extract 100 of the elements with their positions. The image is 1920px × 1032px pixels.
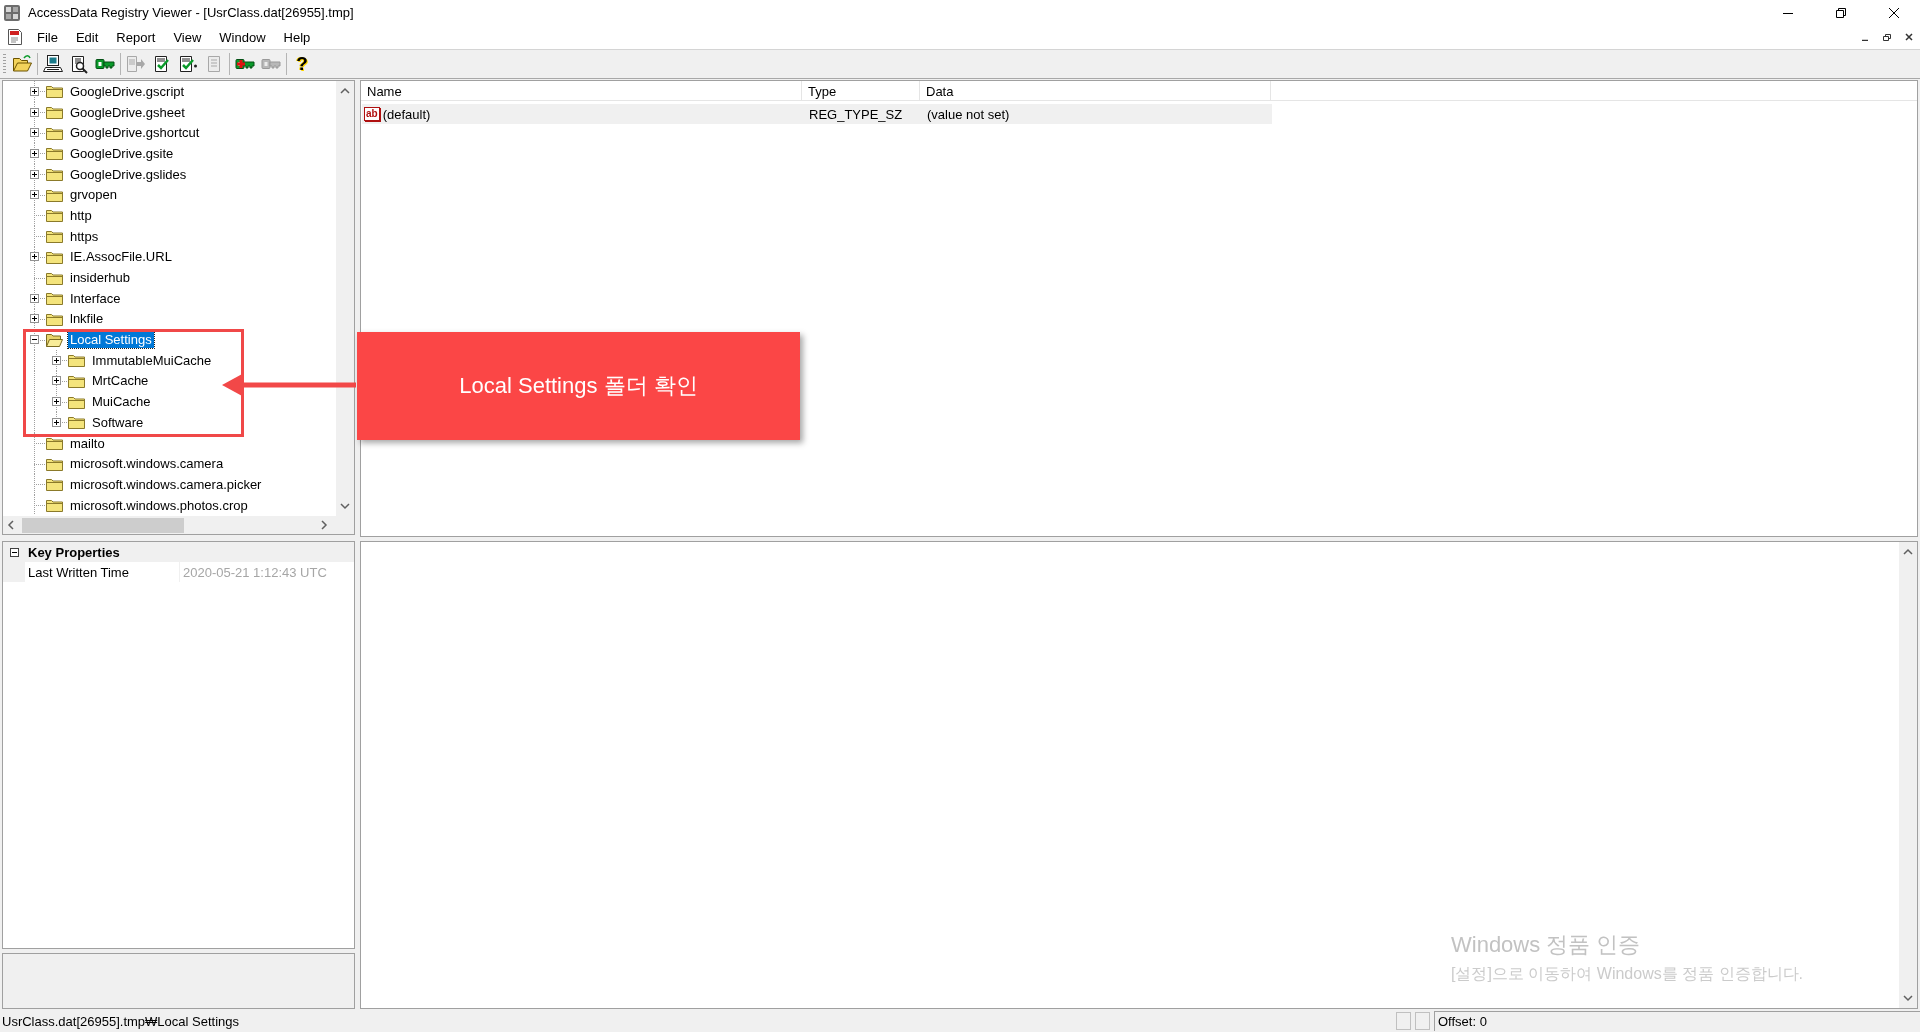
table-cell: REG_TYPE_SZ	[809, 106, 903, 122]
app-icon	[3, 3, 21, 22]
menu-item[interactable]: Window	[210, 27, 275, 47]
expand-toggle[interactable]	[29, 252, 39, 262]
expand-toggle[interactable]	[51, 417, 61, 427]
string-type-icon: ab	[364, 107, 380, 121]
status-panel	[1396, 1012, 1411, 1030]
tree-item[interactable]: ImmutableMuiCache	[90, 351, 214, 369]
table-cell: (value not set)	[927, 106, 1010, 122]
chevron-up-icon[interactable]	[340, 87, 350, 95]
table-cell: (default)	[382, 106, 431, 122]
expand-toggle[interactable]	[29, 107, 39, 117]
status-offset: Offset: 0	[1434, 1011, 1920, 1031]
expand-toggle[interactable]	[29, 86, 39, 96]
expand-toggle[interactable]	[29, 128, 39, 138]
expand-toggle[interactable]	[51, 376, 61, 386]
tree-item[interactable]: grvopen	[68, 186, 119, 204]
table-row[interactable]: ab (default) REG_TYPE_SZ (value not set)	[362, 104, 1272, 124]
horizontal-scrollbar[interactable]	[3, 516, 354, 534]
tree-item[interactable]: http	[68, 206, 94, 224]
expand-toggle[interactable]	[29, 169, 39, 179]
folder-icon	[46, 187, 63, 202]
scrollbar-thumb[interactable]	[22, 517, 184, 533]
expand-toggle[interactable]	[29, 314, 39, 324]
toolbar-button[interactable]: ?	[289, 52, 315, 76]
menu-item[interactable]: Report	[107, 27, 165, 47]
tree-item[interactable]: GoogleDrive.gscript	[68, 82, 187, 100]
document-check-icon	[152, 54, 172, 74]
collapse-toggle[interactable]	[10, 547, 19, 557]
document-check-icon	[178, 54, 198, 74]
folder-icon	[68, 415, 85, 430]
menu-item[interactable]: Help	[274, 27, 320, 47]
folder-icon	[46, 311, 63, 326]
folder-icon	[46, 146, 63, 161]
folder-icon	[46, 167, 63, 182]
computer-icon	[43, 54, 63, 74]
tree-item[interactable]: mailto	[68, 434, 107, 452]
tree-item[interactable]: GoogleDrive.gshortcut	[68, 124, 202, 142]
window-title: AccessData Registry Viewer - [UsrClass.dat[26955].tmp]	[28, 5, 354, 20]
document-search-icon	[69, 54, 89, 74]
expand-toggle[interactable]	[29, 190, 39, 200]
chevron-up-icon[interactable]	[1903, 548, 1913, 556]
folder-icon	[68, 394, 85, 409]
category-title: Key Properties	[28, 544, 120, 560]
tree-item[interactable]: microsoft.windows.camera	[68, 455, 226, 473]
close-icon	[1888, 7, 1899, 18]
folder-icon	[46, 498, 63, 513]
tree-item[interactable]: insiderhub	[68, 269, 132, 287]
property-name: Last Written Time	[25, 562, 179, 582]
chevron-right-icon[interactable]	[320, 520, 328, 530]
tree-item[interactable]: MrtCache	[90, 372, 151, 390]
vertical-scrollbar[interactable]	[1899, 542, 1917, 1008]
tree-item[interactable]: microsoft.windows.photos.crop	[68, 496, 250, 514]
expand-toggle[interactable]	[51, 355, 61, 365]
tree-item[interactable]: GoogleDrive.gsheet	[68, 103, 187, 121]
tree-item[interactable]: Interface	[68, 289, 123, 307]
status-path: UsrClass.dat[26955].tmp₩Local Settings	[2, 1013, 239, 1029]
tree-item[interactable]: IE.AssocFile.URL	[68, 248, 174, 266]
tree-item[interactable]: GoogleDrive.gsite	[68, 144, 176, 162]
tree-item[interactable]: MuiCache	[90, 393, 153, 411]
tree-item[interactable]: lnkfile	[68, 310, 106, 328]
restore-icon	[1835, 7, 1846, 18]
menu-item[interactable]: View	[164, 27, 211, 47]
column-header[interactable]: Data	[920, 81, 1271, 100]
folder-icon	[46, 270, 63, 285]
expand-toggle[interactable]	[51, 397, 61, 407]
open-folder-icon	[46, 332, 63, 347]
document-arrow-icon	[126, 54, 146, 74]
folder-icon	[68, 353, 85, 368]
folder-icon	[46, 208, 63, 223]
folder-icon	[46, 291, 63, 306]
folder-icon	[68, 373, 85, 388]
vertical-scrollbar[interactable]	[336, 81, 354, 516]
folder-icon	[46, 436, 63, 451]
folder-icon	[46, 229, 63, 244]
chevron-left-icon[interactable]	[7, 520, 15, 530]
tree-item[interactable]: GoogleDrive.gslides	[68, 165, 189, 183]
folder-icon	[46, 84, 63, 99]
annotation-callout: Local Settings 폴더 확인	[357, 332, 800, 440]
menu-item[interactable]: File	[28, 27, 67, 47]
close-icon	[1905, 33, 1913, 41]
folder-icon	[46, 125, 63, 140]
watermark-title: Windows 정품 인증	[1451, 931, 1642, 959]
column-header[interactable]: Type	[802, 81, 920, 100]
chevron-down-icon[interactable]	[340, 502, 350, 510]
chevron-down-icon[interactable]	[1903, 994, 1913, 1002]
expand-toggle[interactable]	[29, 148, 39, 158]
column-header[interactable]: Name	[361, 81, 802, 100]
menu-item[interactable]: Edit	[66, 27, 108, 47]
folder-icon	[46, 249, 63, 264]
collapse-toggle[interactable]	[29, 335, 39, 345]
status-panel	[1415, 1012, 1430, 1030]
tree-item[interactable]: Software	[90, 413, 146, 431]
tree-item[interactable]: https	[68, 227, 101, 245]
folder-open-icon	[12, 54, 32, 74]
tree-item[interactable]: microsoft.windows.camera.picker	[68, 475, 264, 493]
expand-toggle[interactable]	[29, 293, 39, 303]
document-icon	[7, 28, 23, 46]
restore-icon	[1883, 33, 1891, 41]
property-value: 2020-05-21 1:12:43 UTC	[180, 562, 354, 582]
